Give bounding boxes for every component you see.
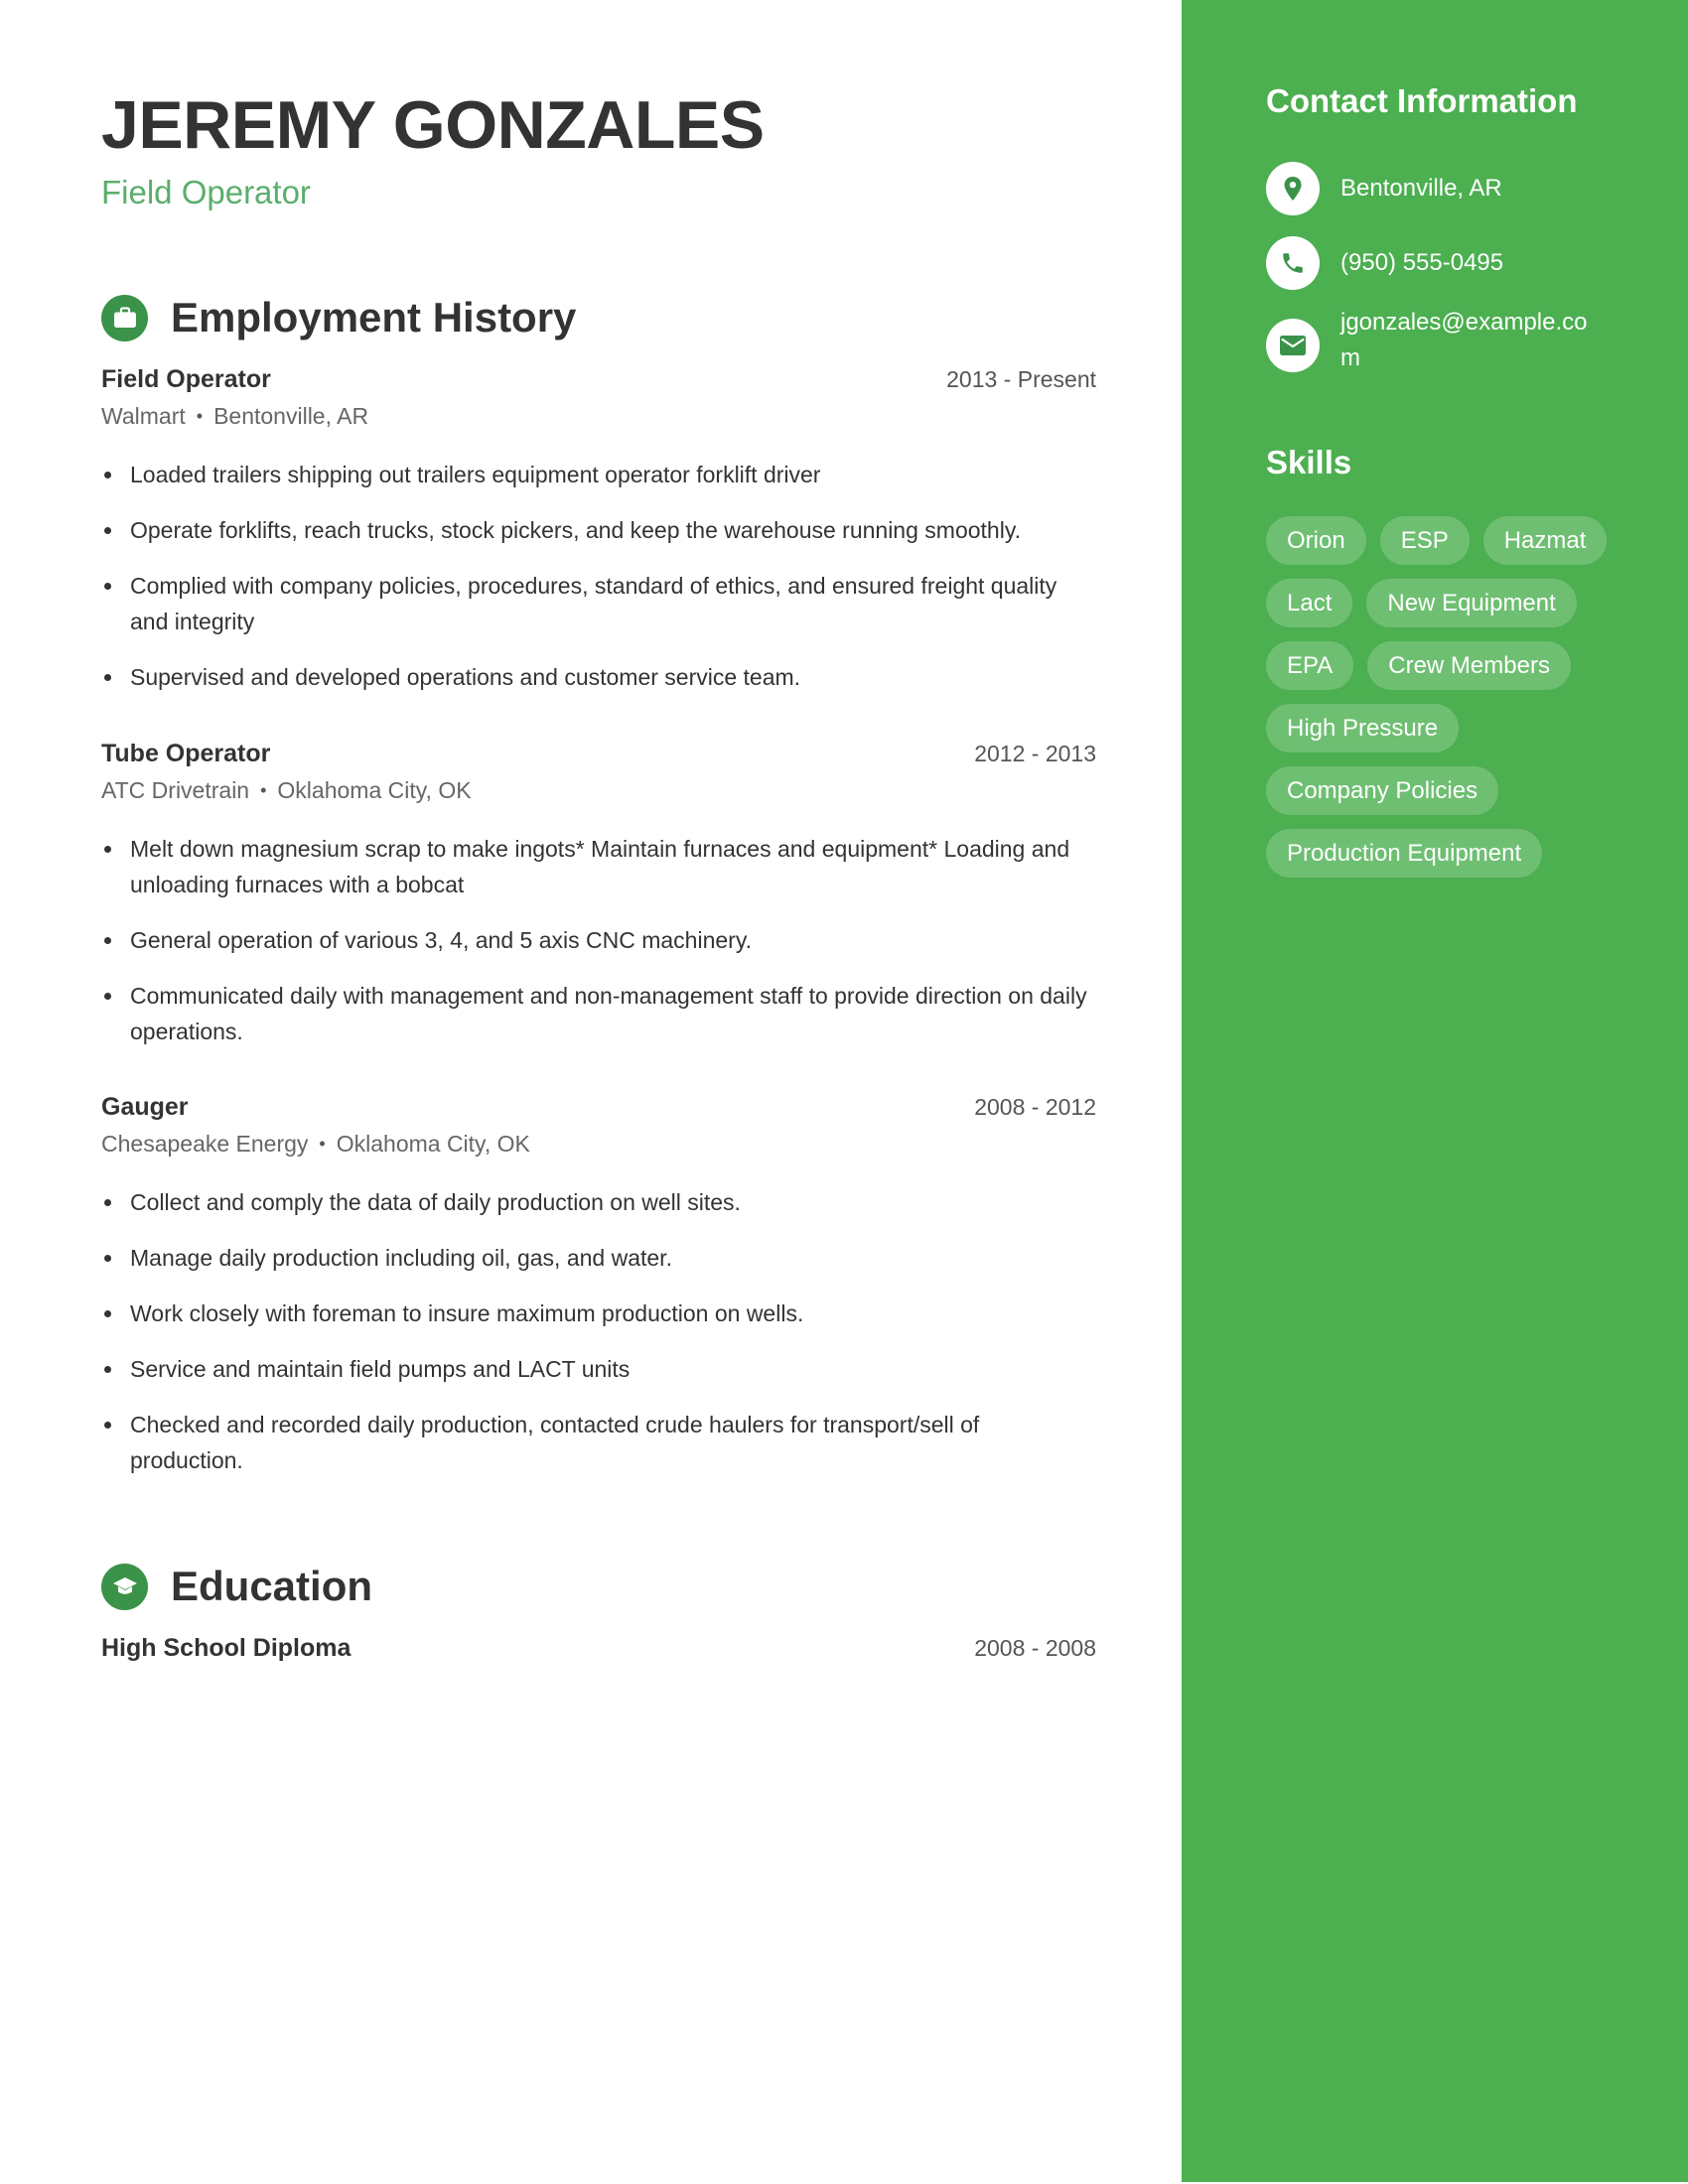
- bullet-item: General operation of various 3, 4, and 5…: [101, 922, 1096, 958]
- phone-icon: [1266, 236, 1320, 290]
- employment-heading: Employment History: [171, 294, 577, 341]
- job-bullets: Collect and comply the data of daily pro…: [101, 1184, 1096, 1478]
- separator-dot: •: [319, 1134, 326, 1154]
- job-company-location: Walmart • Bentonville, AR: [101, 397, 1096, 435]
- job-bullets: Melt down magnesium scrap to make ingots…: [101, 831, 1096, 1049]
- job-company: Walmart: [101, 403, 186, 429]
- job-location: Bentonville, AR: [213, 403, 369, 429]
- skills-list: Orion ESP Hazmat Lact New Equipment EPA …: [1266, 516, 1623, 878]
- education-dates: 2008 - 2008: [974, 1635, 1096, 1661]
- job-title: Tube Operator: [101, 740, 271, 767]
- contact-location: Bentonville, AR: [1266, 162, 1599, 215]
- location-pin-icon: [1266, 162, 1320, 215]
- contact-email-text[interactable]: jgonzales@example.com: [1340, 305, 1589, 376]
- skill-pill: Production Equipment: [1266, 829, 1543, 878]
- job-company-location: ATC Drivetrain • Oklahoma City, OK: [101, 771, 1096, 809]
- job-dates: 2013 - Present: [946, 366, 1096, 392]
- job-entry: Tube Operator 2012 - 2013 ATC Drivetrain…: [101, 736, 1096, 1069]
- bullet-item: Collect and comply the data of daily pro…: [101, 1184, 1096, 1220]
- separator-dot: •: [196, 406, 204, 426]
- skill-pill: Orion: [1266, 516, 1366, 565]
- education-entry: High School Diploma 2008 - 2008: [101, 1630, 1096, 1666]
- candidate-name: JEREMY GONZALES: [101, 87, 765, 163]
- skill-pill: ESP: [1379, 516, 1470, 565]
- contact-phone: (950) 555-0495: [1266, 236, 1599, 290]
- degree-title: High School Diploma: [101, 1634, 352, 1662]
- job-dates: 2008 - 2012: [974, 1094, 1096, 1120]
- skill-pill: New Equipment: [1366, 579, 1577, 627]
- skill-pill: Hazmat: [1482, 516, 1608, 565]
- sidebar: Contact Information Bentonville, AR (950…: [1182, 0, 1688, 2182]
- bullet-item: Melt down magnesium scrap to make ingots…: [101, 831, 1096, 902]
- skill-pill: Crew Members: [1367, 641, 1571, 690]
- contact-location-text: Bentonville, AR: [1340, 175, 1502, 202]
- bullet-item: Service and maintain field pumps and LAC…: [101, 1351, 1096, 1387]
- education-section-header: Education: [101, 1563, 1096, 1610]
- skill-pill: High Pressure: [1266, 704, 1460, 752]
- bullet-item: Work closely with foreman to insure maxi…: [101, 1296, 1096, 1331]
- employment-section-header: Employment History: [101, 294, 1096, 341]
- contact-heading: Contact Information: [1266, 82, 1578, 119]
- bullet-item: Manage daily production including oil, g…: [101, 1240, 1096, 1276]
- job-entry: Field Operator 2013 - Present Walmart • Be…: [101, 361, 1096, 715]
- education-heading: Education: [171, 1563, 373, 1609]
- bullet-item: Complied with company policies, procedur…: [101, 568, 1096, 639]
- job-title: Field Operator: [101, 365, 271, 393]
- job-bullets: Loaded trailers shipping out trailers eq…: [101, 457, 1096, 695]
- job-entry: Gauger 2008 - 2012 Chesapeake Energy • Okl…: [101, 1089, 1096, 1498]
- job-company-location: Chesapeake Energy • Oklahoma City, OK: [101, 1125, 1096, 1162]
- job-title: Gauger: [101, 1093, 189, 1121]
- bullet-item: Supervised and developed operations and …: [101, 659, 1096, 695]
- job-location: Oklahoma City, OK: [336, 1131, 530, 1157]
- skill-pill: Company Policies: [1266, 766, 1499, 815]
- bullet-item: Communicated daily with management and n…: [101, 978, 1096, 1049]
- bullet-item: Checked and recorded daily production, c…: [101, 1407, 1096, 1478]
- briefcase-icon: [101, 294, 148, 341]
- separator-dot: •: [260, 780, 267, 800]
- skills-heading: Skills: [1266, 444, 1352, 480]
- contact-email: jgonzales@example.com: [1266, 309, 1589, 376]
- bullet-item: Loaded trailers shipping out trailers eq…: [101, 457, 1096, 492]
- bullet-item: Operate forklifts, reach trucks, stock p…: [101, 512, 1096, 548]
- graduation-cap-icon: [101, 1563, 148, 1610]
- job-dates: 2012 - 2013: [974, 741, 1096, 766]
- job-company: ATC Drivetrain: [101, 777, 250, 803]
- skill-pill: EPA: [1266, 641, 1354, 690]
- email-icon: [1266, 319, 1320, 372]
- contact-phone-text: (950) 555-0495: [1340, 249, 1504, 276]
- job-company: Chesapeake Energy: [101, 1131, 309, 1157]
- skill-pill: Lact: [1266, 579, 1353, 627]
- job-location: Oklahoma City, OK: [277, 777, 472, 803]
- candidate-title: Field Operator: [101, 174, 311, 210]
